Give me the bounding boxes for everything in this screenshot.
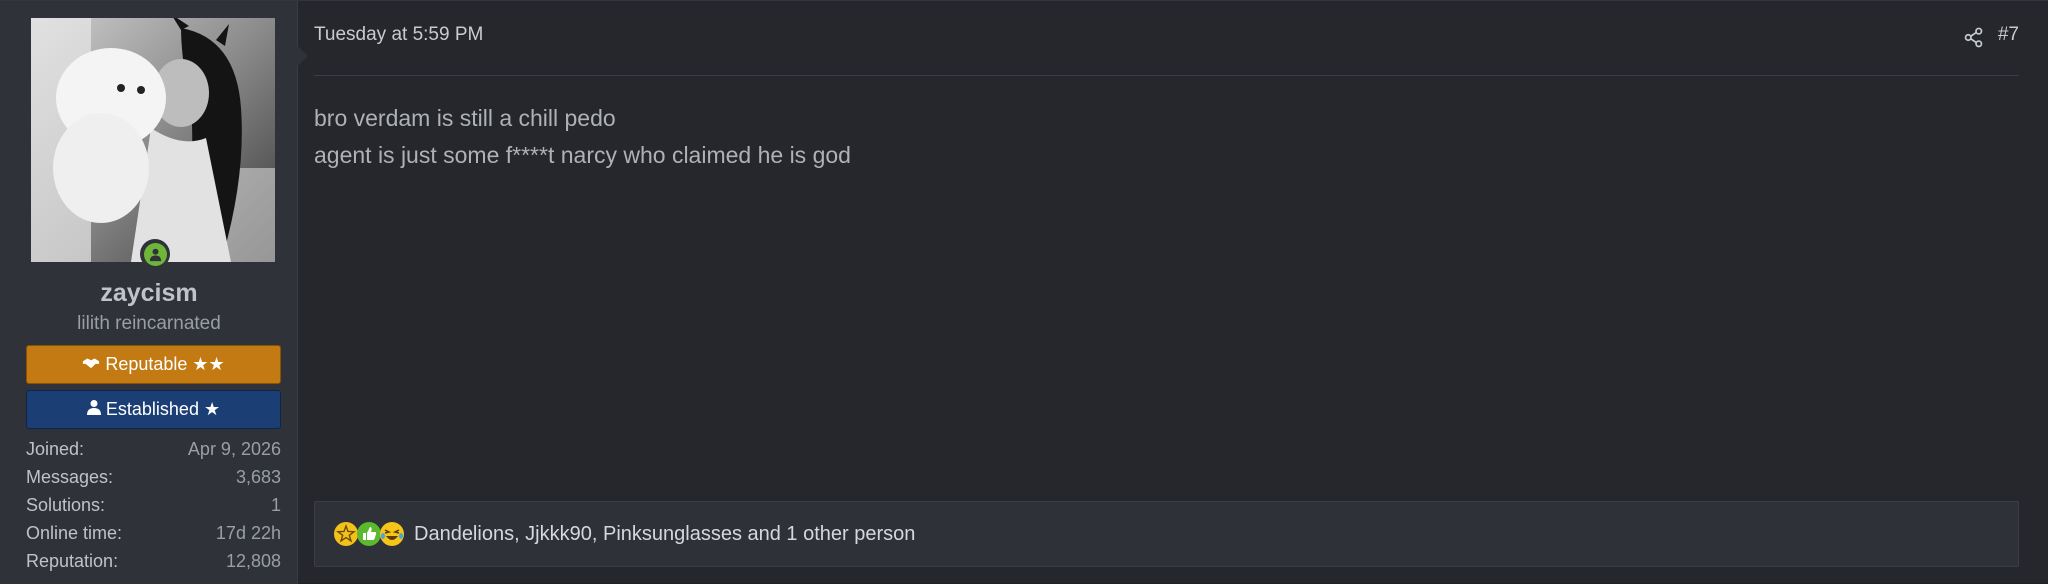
reputable-label: Reputable ★★ (105, 354, 225, 374)
established-banner: Established ★ (26, 390, 281, 429)
header-divider (314, 75, 2019, 76)
laughing-icon (380, 522, 404, 546)
stat-value: 17d 22h (215, 523, 281, 543)
stat-row-solutions: Solutions: 1 (26, 491, 281, 519)
post-number-link[interactable]: #7 (1998, 24, 2019, 46)
established-label: Established ★ (105, 399, 221, 419)
stat-label: Reputation: (26, 551, 119, 571)
stat-value: 1 (270, 495, 281, 515)
share-icon[interactable] (1963, 27, 1984, 48)
stat-label: Online time: (26, 523, 123, 543)
stat-label: Joined: (26, 439, 85, 459)
stat-label: Solutions: (26, 495, 106, 515)
stat-row-reputation: Reputation: 12,808 (26, 547, 281, 575)
username[interactable]: zaycism (0, 279, 298, 308)
online-status-badge (140, 239, 170, 269)
handshake-icon (82, 354, 100, 375)
post-container: zaycism lilith reincarnated Reputable ★★… (0, 0, 2048, 584)
reputable-banner: Reputable ★★ (26, 345, 281, 384)
online-user-icon (143, 242, 167, 266)
reactions-bar[interactable]: Dandelions, Jjkkk90, Pinksunglasses and … (314, 501, 2019, 567)
stat-label: Messages: (26, 467, 114, 487)
stat-row-online-time: Online time: 17d 22h (26, 519, 281, 547)
stat-value: 12,808 (225, 551, 281, 571)
stat-row-joined: Joined: Apr 9, 2026 (26, 435, 281, 463)
stat-row-messages: Messages: 3,683 (26, 463, 281, 491)
reaction-icons (333, 521, 404, 547)
post-date[interactable]: Tuesday at 5:59 PM (314, 24, 483, 46)
avatar[interactable] (31, 18, 275, 262)
user-stats: Joined: Apr 9, 2026 Messages: 3,683 Solu… (26, 435, 281, 575)
post-main: Tuesday at 5:59 PM #7 bro verdam is stil… (298, 1, 2048, 584)
stat-value: Apr 9, 2026 (187, 439, 281, 459)
user-icon (86, 399, 101, 420)
stat-value[interactable]: 3,683 (236, 463, 281, 491)
message-line: agent is just some f****t narcy who clai… (314, 142, 851, 168)
user-sidebar: zaycism lilith reincarnated Reputable ★★… (0, 1, 308, 584)
user-title: lilith reincarnated (77, 313, 221, 334)
message-line: bro verdam is still a chill pedo (314, 105, 616, 131)
message-body: bro verdam is still a chill pedo agent i… (314, 100, 851, 174)
reaction-users[interactable]: Dandelions, Jjkkk90, Pinksunglasses and … (414, 523, 915, 546)
